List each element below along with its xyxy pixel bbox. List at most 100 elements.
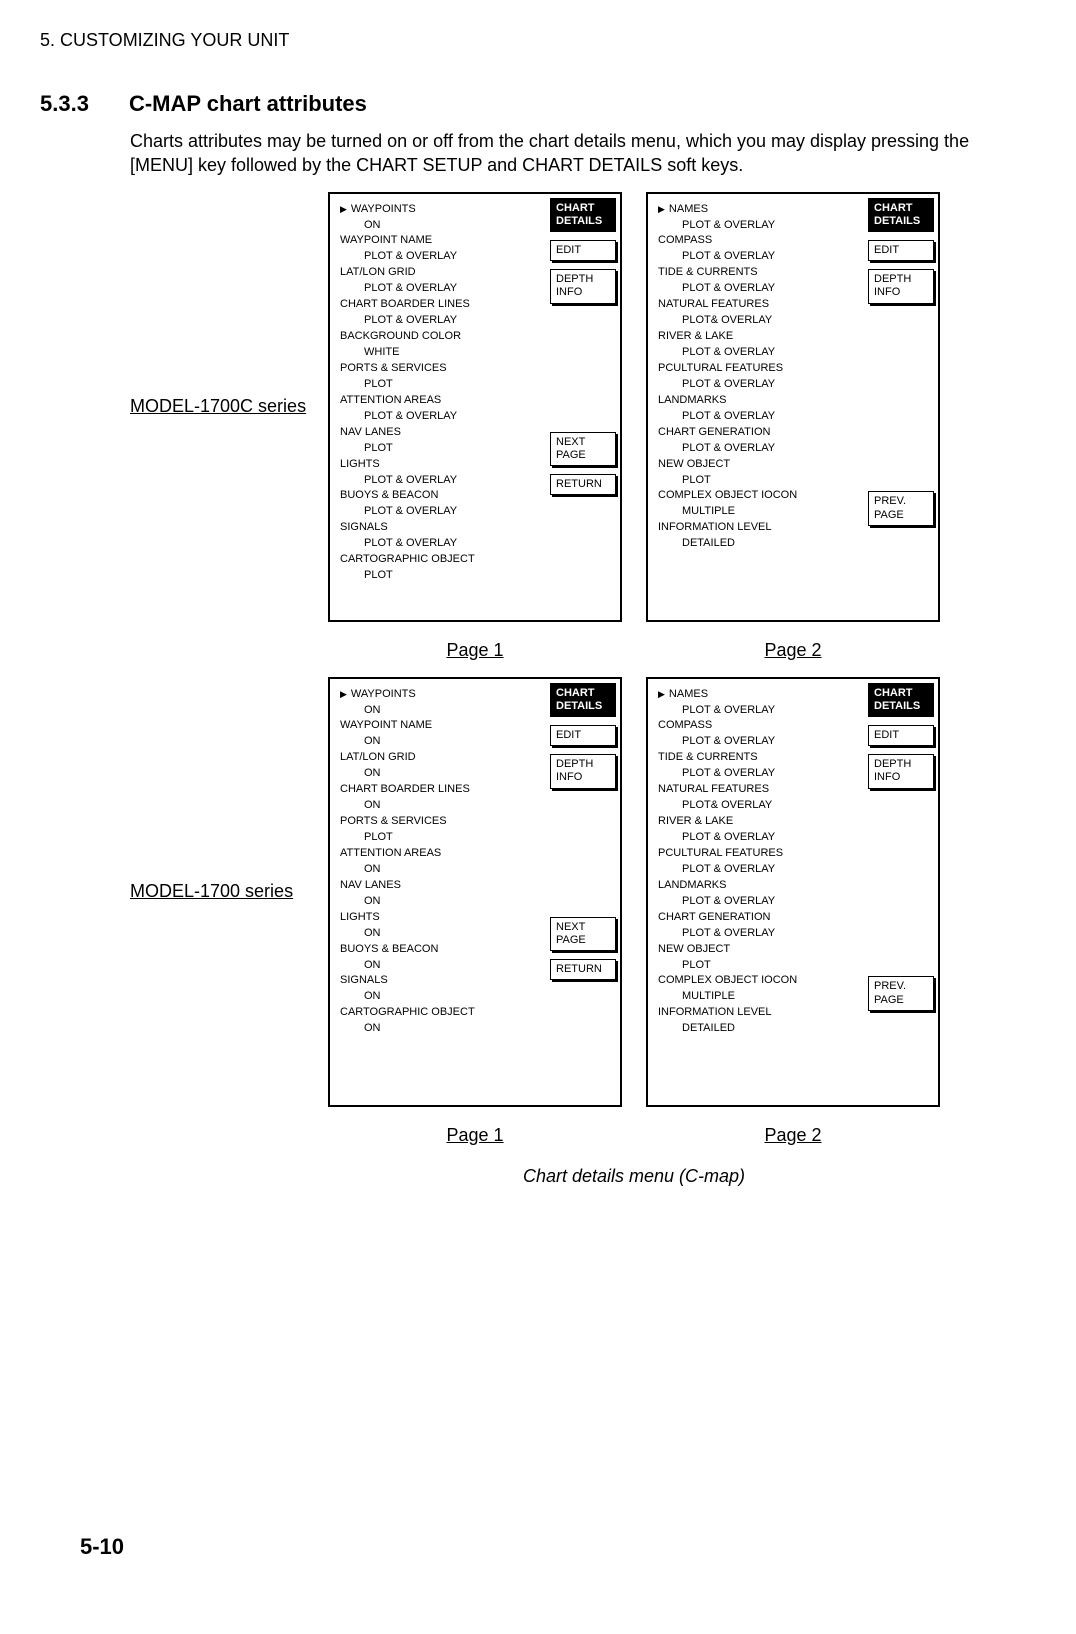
menu-item-label[interactable]: WAYPOINT NAME (340, 233, 540, 249)
menu-item-value: PLOT & OVERLAY (658, 766, 858, 782)
softkey-depth-info[interactable]: DEPTH INFO (868, 754, 934, 788)
menu-item-label[interactable]: CARTOGRAPHIC OBJECT (340, 1005, 540, 1021)
menu-item-label[interactable]: LIGHTS (340, 457, 540, 473)
menu-item-label[interactable]: NEW OBJECT (658, 942, 858, 958)
menu-item-label[interactable]: NAV LANES (340, 425, 540, 441)
menu-item-value: PLOT & OVERLAY (658, 862, 858, 878)
menu-item-value: MULTIPLE (658, 989, 858, 1005)
menu-item-label[interactable]: WAYPOINTS (340, 202, 540, 218)
menu-item-value: PLOT & OVERLAY (658, 830, 858, 846)
softkey-header: CHART DETAILS (550, 198, 616, 232)
softkey-depth-info[interactable]: DEPTH INFO (550, 754, 616, 788)
menu-item-label[interactable]: LIGHTS (340, 910, 540, 926)
menu-item-label[interactable]: WAYPOINT NAME (340, 718, 540, 734)
menu-item-label[interactable]: NAV LANES (340, 878, 540, 894)
menu-item-label[interactable]: CARTOGRAPHIC OBJECT (340, 552, 540, 568)
model-row-1700c: MODEL-1700C series WAYPOINTSONWAYPOINT N… (130, 192, 1036, 622)
menu-item-label[interactable]: SIGNALS (340, 973, 540, 989)
menu-item-label[interactable]: NAMES (658, 202, 858, 218)
menu-item-label[interactable]: ATTENTION AREAS (340, 846, 540, 862)
menu-item-value: DETAILED (658, 1021, 858, 1037)
softkey-pane: CHART DETAILS EDIT DEPTH INFO PREV. PAGE (864, 194, 938, 620)
menu-item-value: PLOT & OVERLAY (658, 734, 858, 750)
menu-item-label[interactable]: ATTENTION AREAS (340, 393, 540, 409)
menu-item-label[interactable]: TIDE & CURRENTS (658, 750, 858, 766)
menu-item-label[interactable]: PORTS & SERVICES (340, 361, 540, 377)
menu-item-value: PLOT & OVERLAY (658, 894, 858, 910)
softkey-return[interactable]: RETURN (550, 959, 616, 980)
figure-caption: Chart details menu (C-map) (328, 1166, 940, 1187)
menu-item-value: PLOT& OVERLAY (658, 313, 858, 329)
menu-item-label[interactable]: COMPASS (658, 233, 858, 249)
menu-item-label[interactable]: PORTS & SERVICES (340, 814, 540, 830)
menu-item-label[interactable]: BACKGROUND COLOR (340, 329, 540, 345)
menu-item-value: ON (340, 989, 540, 1005)
model-label-1700c: MODEL-1700C series (130, 396, 310, 417)
menu-item-label[interactable]: COMPLEX OBJECT IOCON (658, 488, 858, 504)
menu-item-label[interactable]: LANDMARKS (658, 878, 858, 894)
menu-item-label[interactable]: RIVER & LAKE (658, 329, 858, 345)
softkey-depth-info[interactable]: DEPTH INFO (868, 269, 934, 303)
menu-item-value: PLOT& OVERLAY (658, 798, 858, 814)
menu-item-value: PLOT & OVERLAY (658, 249, 858, 265)
menu-item-value: ON (340, 862, 540, 878)
menu-pane: WAYPOINTS ON WAYPOINT NAME ON LAT/LON GRID ON… (330, 679, 546, 1105)
page-label-2: Page 2 (646, 640, 940, 661)
menu-item-value: PLOT & OVERLAY (340, 313, 540, 329)
menu-item-value: PLOT & OVERLAY (658, 377, 858, 393)
softkey-pane: CHART DETAILS EDIT DEPTH INFO PREV. PAGE (864, 679, 938, 1105)
menu-item-label[interactable]: COMPASS (658, 718, 858, 734)
menu-item-value: PLOT & OVERLAY (340, 473, 540, 489)
menu-item-label[interactable]: CHART BOARDER LINES (340, 297, 540, 313)
softkey-edit[interactable]: EDIT (868, 240, 934, 261)
menu-item-label[interactable]: TIDE & CURRENTS (658, 265, 858, 281)
menu-item-label[interactable]: CHART GENERATION (658, 425, 858, 441)
softkey-prev-page[interactable]: PREV. PAGE (868, 976, 934, 1010)
menu-item-label[interactable]: CHART GENERATION (658, 910, 858, 926)
softkey-next-page[interactable]: NEXT PAGE (550, 432, 616, 466)
menu-item-label[interactable]: NAMES (658, 687, 858, 703)
menu-item-label[interactable]: WAYPOINTS (340, 687, 540, 703)
page-number: 5-10 (80, 1534, 124, 1560)
menu-item-label[interactable]: INFORMATION LEVEL (658, 520, 858, 536)
menu-item-label[interactable]: CHART BOARDER LINES (340, 782, 540, 798)
softkey-next-page[interactable]: NEXT PAGE (550, 917, 616, 951)
menu-item-label[interactable]: BUOYS & BEACON (340, 942, 540, 958)
menu-item-label[interactable]: PCULTURAL FEATURES (658, 846, 858, 862)
menu-item-label[interactable]: COMPLEX OBJECT IOCON (658, 973, 858, 989)
menu-item-label[interactable]: BUOYS & BEACON (340, 488, 540, 504)
menu-item-value: PLOT & OVERLAY (658, 409, 858, 425)
menu-item-label[interactable]: LAT/LON GRID (340, 750, 540, 766)
menu-item-value: PLOT & OVERLAY (340, 249, 540, 265)
menu-item-value: PLOT & OVERLAY (340, 536, 540, 552)
menu-pane: NAMESPLOT & OVERLAYCOMPASSPLOT & OVERLAY… (648, 679, 864, 1105)
menu-item-value: PLOT (658, 473, 858, 489)
menu-item-value: ON (340, 1021, 540, 1037)
menu-item-label[interactable]: INFORMATION LEVEL (658, 1005, 858, 1021)
softkey-edit[interactable]: EDIT (868, 725, 934, 746)
screen-1700c-page1: WAYPOINTSONWAYPOINT NAMEPLOT & OVERLAYLA… (328, 192, 622, 622)
menu-item-label[interactable]: NEW OBJECT (658, 457, 858, 473)
softkey-edit[interactable]: EDIT (550, 725, 616, 746)
menu-pane: WAYPOINTSONWAYPOINT NAMEPLOT & OVERLAYLA… (330, 194, 546, 620)
menu-item-label[interactable]: NATURAL FEATURES (658, 782, 858, 798)
menu-item-value: WHITE (340, 345, 540, 361)
menu-item-label[interactable]: LAT/LON GRID (340, 265, 540, 281)
menu-item-value: PLOT & OVERLAY (658, 703, 858, 719)
menu-item-label[interactable]: PCULTURAL FEATURES (658, 361, 858, 377)
softkey-pane: CHART DETAILS EDIT DEPTH INFO NEXT PAGE … (546, 679, 620, 1105)
menu-item-label[interactable]: RIVER & LAKE (658, 814, 858, 830)
softkey-return[interactable]: RETURN (550, 474, 616, 495)
softkey-edit[interactable]: EDIT (550, 240, 616, 261)
menu-item-label[interactable]: LANDMARKS (658, 393, 858, 409)
menu-item-label[interactable]: SIGNALS (340, 520, 540, 536)
menu-item-label[interactable]: NATURAL FEATURES (658, 297, 858, 313)
section-title: C-MAP chart attributes (129, 91, 367, 117)
menu-item-value: ON (340, 958, 540, 974)
menu-item-value: PLOT & OVERLAY (340, 504, 540, 520)
menu-item-value: PLOT & OVERLAY (340, 281, 540, 297)
screen-1700-page2: NAMESPLOT & OVERLAYCOMPASSPLOT & OVERLAY… (646, 677, 940, 1107)
softkey-depth-info[interactable]: DEPTH INFO (550, 269, 616, 303)
softkey-prev-page[interactable]: PREV. PAGE (868, 491, 934, 525)
softkey-header: CHART DETAILS (868, 198, 934, 232)
